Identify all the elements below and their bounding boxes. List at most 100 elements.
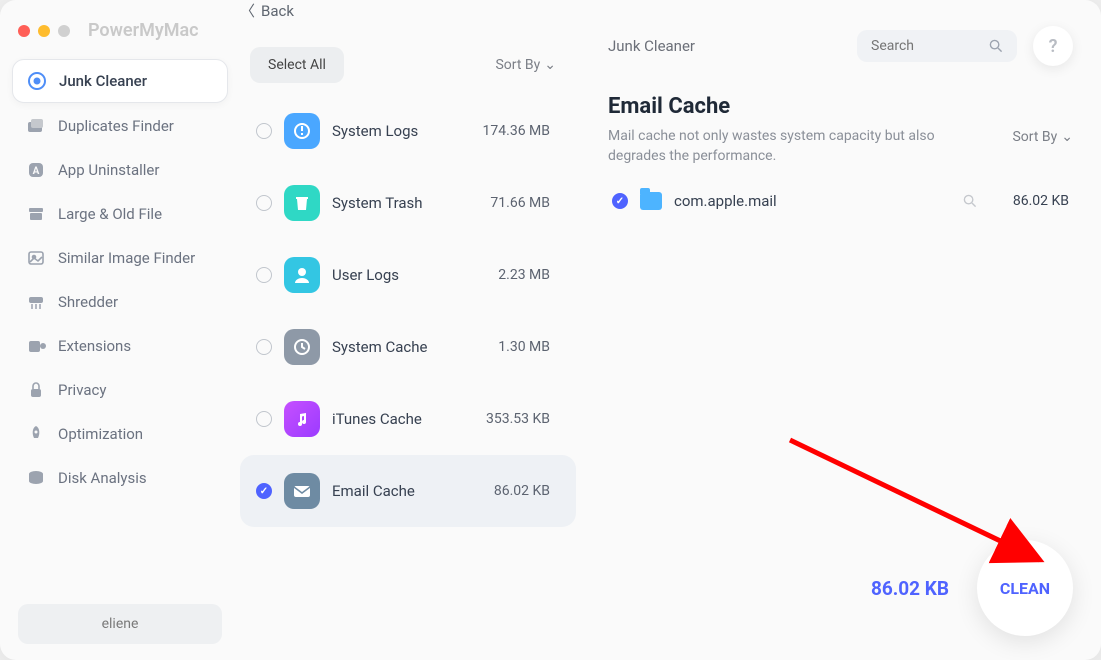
sidebar-item-label: Privacy	[58, 381, 106, 399]
category-label: System Trash	[332, 194, 478, 212]
rocket-icon	[26, 424, 46, 444]
select-all-button[interactable]: Select All	[250, 47, 344, 83]
chevron-left-icon: 〈	[240, 0, 255, 21]
category-size: 86.02 KB	[494, 483, 550, 499]
detail-panel: Junk Cleaner ? Email Cache Mail cache no…	[580, 0, 1101, 660]
category-item-system-trash[interactable]: System Trash 71.66 MB	[240, 167, 576, 239]
file-name: com.apple.mail	[674, 192, 951, 210]
help-button[interactable]: ?	[1033, 26, 1073, 66]
disk-icon	[26, 468, 46, 488]
category-toolbar: Select All Sort By ⌄	[240, 21, 580, 95]
total-size: 86.02 KB	[871, 577, 949, 600]
category-item-system-cache[interactable]: System Cache 1.30 MB	[240, 311, 576, 383]
category-panel: 〈 Back Select All Sort By ⌄ System Logs …	[240, 0, 580, 660]
search-box[interactable]	[857, 30, 1017, 62]
chevron-down-icon: ⌄	[1061, 129, 1073, 145]
category-checkbox[interactable]	[256, 339, 272, 355]
titlebar: PowerMyMac	[12, 20, 228, 59]
category-list[interactable]: System Logs 174.36 MB System Trash 71.66…	[240, 95, 580, 660]
sort-by-label: Sort By	[1012, 129, 1057, 145]
sidebar-item-optimization[interactable]: Optimization	[12, 413, 228, 455]
sidebar-item-extensions[interactable]: Extensions	[12, 325, 228, 367]
category-size: 71.66 MB	[490, 195, 550, 211]
close-window-button[interactable]	[18, 25, 30, 37]
app-title: PowerMyMac	[88, 20, 199, 41]
category-size: 2.23 MB	[498, 267, 550, 283]
sidebar-item-app-uninstaller[interactable]: A App Uninstaller	[12, 149, 228, 191]
detail-title: Email Cache	[608, 94, 1073, 119]
sidebar-item-label: Large & Old File	[58, 205, 162, 223]
folder-icon	[640, 192, 662, 210]
detail-sort-dropdown[interactable]: Sort By ⌄	[1012, 129, 1073, 145]
music-icon	[284, 401, 320, 437]
search-icon	[989, 39, 1003, 53]
clean-button[interactable]: CLEAN	[977, 540, 1073, 636]
detail-footer: 86.02 KB CLEAN	[871, 540, 1073, 636]
file-list: com.apple.mail 86.02 KB	[608, 184, 1073, 218]
category-label: System Cache	[332, 338, 486, 356]
file-row[interactable]: com.apple.mail 86.02 KB	[608, 184, 1073, 218]
category-item-itunes-cache[interactable]: iTunes Cache 353.53 KB	[240, 383, 576, 455]
sidebar-item-junk-cleaner[interactable]: Junk Cleaner	[12, 59, 228, 103]
sidebar-item-large-old-file[interactable]: Large & Old File	[12, 193, 228, 235]
sidebar-item-label: Disk Analysis	[58, 469, 147, 487]
category-item-email-cache[interactable]: Email Cache 86.02 KB	[240, 455, 576, 527]
category-item-user-logs[interactable]: User Logs 2.23 MB	[240, 239, 576, 311]
lock-icon	[26, 380, 46, 400]
folders-icon	[26, 116, 46, 136]
category-checkbox[interactable]	[256, 123, 272, 139]
back-label: Back	[261, 2, 294, 20]
category-checkbox[interactable]	[256, 195, 272, 211]
sidebar-item-similar-image-finder[interactable]: Similar Image Finder	[12, 237, 228, 279]
window-controls	[18, 25, 70, 37]
sidebar: PowerMyMac Junk Cleaner Duplicates Finde…	[0, 0, 240, 660]
detail-description: Mail cache not only wastes system capaci…	[608, 127, 988, 166]
category-label: iTunes Cache	[332, 410, 474, 428]
sidebar-item-shredder[interactable]: Shredder	[12, 281, 228, 323]
detail-topbar: Junk Cleaner ?	[608, 0, 1073, 80]
back-button[interactable]: 〈 Back	[240, 0, 580, 21]
target-icon	[27, 71, 47, 91]
maximize-window-button[interactable]	[58, 25, 70, 37]
sidebar-item-label: Similar Image Finder	[58, 249, 195, 267]
category-checkbox[interactable]	[256, 483, 272, 499]
archive-icon	[26, 204, 46, 224]
category-label: Email Cache	[332, 482, 482, 500]
category-checkbox[interactable]	[256, 411, 272, 427]
sidebar-item-label: App Uninstaller	[58, 161, 159, 179]
category-label: User Logs	[332, 266, 486, 284]
category-size: 1.30 MB	[498, 339, 550, 355]
sidebar-item-label: Shredder	[58, 293, 118, 311]
sidebar-item-label: Extensions	[58, 337, 131, 355]
user-pill[interactable]: eliene	[18, 604, 222, 644]
sidebar-item-duplicates-finder[interactable]: Duplicates Finder	[12, 105, 228, 147]
search-input[interactable]	[871, 38, 979, 54]
svg-text:A: A	[33, 166, 40, 177]
file-size: 86.02 KB	[989, 193, 1069, 209]
minimize-window-button[interactable]	[38, 25, 50, 37]
app-window: PowerMyMac Junk Cleaner Duplicates Finde…	[0, 0, 1101, 660]
category-size: 353.53 KB	[486, 411, 550, 427]
sidebar-item-label: Duplicates Finder	[58, 117, 174, 135]
puzzle-icon	[26, 336, 46, 356]
sidebar-item-label: Junk Cleaner	[59, 72, 147, 90]
file-checkbox[interactable]	[612, 193, 628, 209]
clock-icon	[284, 329, 320, 365]
sort-by-label: Sort By	[495, 57, 540, 73]
chevron-down-icon: ⌄	[544, 57, 556, 73]
nav-list: Junk Cleaner Duplicates Finder A App Uni…	[12, 59, 228, 499]
sidebar-item-label: Optimization	[58, 425, 143, 443]
sidebar-item-disk-analysis[interactable]: Disk Analysis	[12, 457, 228, 499]
sidebar-item-privacy[interactable]: Privacy	[12, 369, 228, 411]
reveal-in-finder-icon[interactable]	[963, 194, 977, 208]
category-sort-dropdown[interactable]: Sort By ⌄	[495, 57, 556, 73]
mail-icon	[284, 473, 320, 509]
trash-icon	[284, 185, 320, 221]
log-icon	[284, 113, 320, 149]
category-item-system-logs[interactable]: System Logs 174.36 MB	[240, 95, 576, 167]
user-log-icon	[284, 257, 320, 293]
app-icon: A	[26, 160, 46, 180]
category-size: 174.36 MB	[483, 123, 550, 139]
shredder-icon	[26, 292, 46, 312]
category-checkbox[interactable]	[256, 267, 272, 283]
